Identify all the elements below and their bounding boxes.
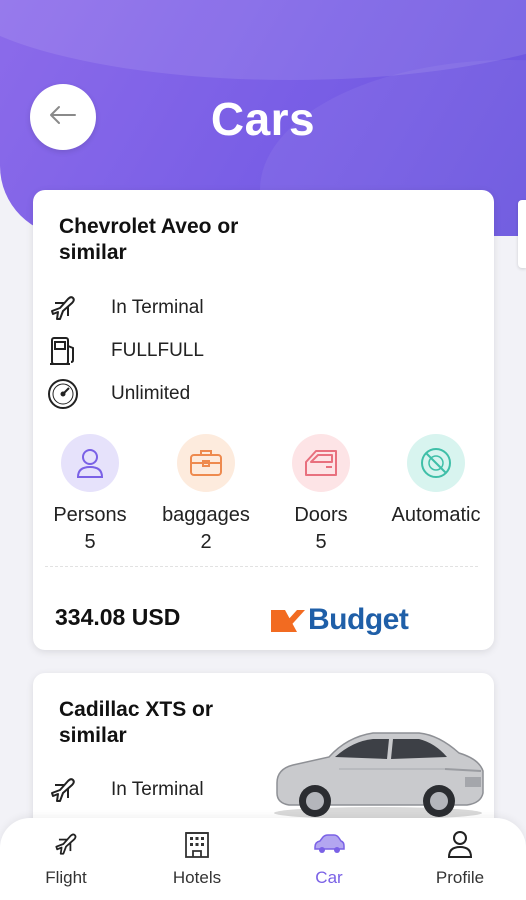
spec-label: Automatic bbox=[391, 504, 481, 526]
feature-label: In Terminal bbox=[111, 779, 204, 800]
feature-row: In Terminal bbox=[45, 290, 204, 326]
spec-value: 5 bbox=[84, 531, 96, 553]
feature-label: In Terminal bbox=[111, 297, 204, 318]
vendor-name: Budget bbox=[308, 603, 409, 636]
car-icon bbox=[274, 828, 384, 860]
spec-value: 5 bbox=[315, 531, 327, 553]
nav-label: Profile bbox=[435, 868, 485, 887]
car-card[interactable]: Chevrolet Aveo or similar In Terminal FU… bbox=[33, 190, 494, 650]
nav-label: Car bbox=[315, 868, 343, 887]
speedometer-icon bbox=[45, 376, 81, 412]
spec-label: Persons bbox=[53, 504, 127, 526]
person-icon bbox=[61, 434, 119, 492]
spec-label: baggages bbox=[162, 504, 250, 526]
briefcase-icon bbox=[177, 434, 235, 492]
nav-label: Flight bbox=[45, 868, 87, 887]
nav-item-car[interactable]: Car bbox=[274, 828, 384, 888]
page-title: Cars bbox=[210, 93, 316, 145]
user-icon bbox=[405, 828, 515, 860]
feature-label: FULLFULL bbox=[111, 340, 204, 361]
budget-logo-mark bbox=[271, 610, 305, 632]
feature-row: Unlimited bbox=[45, 376, 190, 412]
nav-item-flight[interactable]: Flight bbox=[11, 828, 121, 888]
car-name: Cadillac XTS or similar bbox=[59, 698, 214, 747]
price: 334.08 USD bbox=[55, 604, 181, 630]
spec-baggages: baggages 2 bbox=[151, 434, 261, 554]
spec-label: Doors bbox=[294, 504, 348, 526]
divider bbox=[45, 566, 478, 567]
scroll-indicator[interactable] bbox=[518, 200, 526, 268]
airplane-icon bbox=[11, 828, 121, 860]
hotel-icon bbox=[142, 828, 252, 860]
vendor-logo: Budget bbox=[271, 602, 409, 638]
car-image bbox=[269, 721, 487, 821]
feature-row: In Terminal bbox=[45, 772, 204, 808]
airplane-icon bbox=[45, 772, 81, 808]
spec-automatic: Automatic bbox=[381, 434, 491, 531]
nav-label: Hotels bbox=[172, 868, 222, 887]
feature-label: Unlimited bbox=[111, 383, 191, 404]
airplane-icon bbox=[45, 290, 81, 326]
nav-item-hotels[interactable]: Hotels bbox=[142, 828, 252, 888]
spec-persons: Persons 5 bbox=[35, 434, 145, 554]
nav-item-profile[interactable]: Profile bbox=[405, 828, 515, 888]
car-door-icon bbox=[292, 434, 350, 492]
fuel-pump-icon bbox=[45, 333, 81, 369]
spec-value: 2 bbox=[200, 531, 212, 553]
feature-row: FULLFULL bbox=[45, 333, 204, 369]
no-auto-icon bbox=[407, 434, 465, 492]
car-name: Chevrolet Aveo or similar bbox=[59, 215, 239, 264]
bottom-nav: Flight Hotels Car Profile bbox=[0, 818, 526, 900]
spec-doors: Doors 5 bbox=[266, 434, 376, 554]
